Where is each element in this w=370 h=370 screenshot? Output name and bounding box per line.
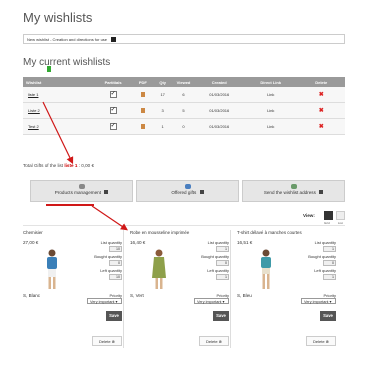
annotation-arrow bbox=[42, 101, 74, 165]
annotation-arrow bbox=[91, 205, 128, 231]
annotation-arrows bbox=[42, 101, 128, 231]
